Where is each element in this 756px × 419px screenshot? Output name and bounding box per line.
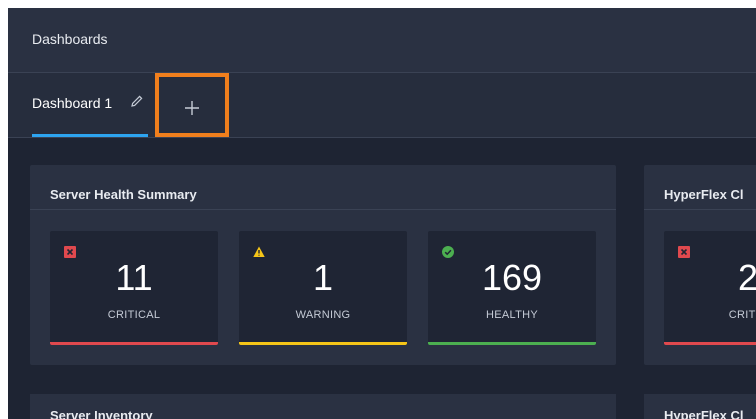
critical-label: CRITIC (728, 309, 756, 321)
active-tab-indicator (32, 134, 148, 137)
dashboards-app: Dashboards Dashboard 1 Server Health Sum… (8, 8, 756, 419)
tab-label: Dashboard 1 (32, 95, 113, 111)
critical-count: 11 (115, 257, 153, 298)
pencil-icon[interactable] (130, 94, 144, 108)
warning-count: 1 (312, 257, 334, 298)
warning-icon (253, 245, 265, 257)
add-dashboard-button[interactable] (155, 73, 229, 137)
critical-tile[interactable]: 11 CRITICAL (50, 231, 218, 345)
warning-bar (239, 342, 407, 345)
warning-tile[interactable]: 1 WARNING (239, 231, 407, 345)
server-inventory-widget: Server Inventory (30, 394, 616, 419)
dashboard-tab-bar: Dashboard 1 (8, 73, 756, 138)
warning-label: WARNING (295, 309, 351, 321)
healthy-tile[interactable]: 169 HEALTHY (428, 231, 596, 345)
healthy-count: 169 (481, 257, 543, 298)
page-title: Dashboards (32, 31, 108, 47)
widget-title: Server Inventory (50, 408, 153, 419)
healthy-bar (428, 342, 596, 345)
widget-divider (644, 209, 756, 210)
critical-icon (64, 245, 76, 258)
critical-bar (664, 342, 756, 345)
widget-divider (30, 209, 616, 210)
header-bar: Dashboards (8, 8, 756, 73)
critical-icon (678, 245, 690, 258)
plus-icon (185, 101, 199, 115)
critical-count: 2 (737, 257, 756, 298)
widget-title: HyperFlex Cl (664, 408, 744, 419)
healthy-icon (442, 245, 454, 258)
widget-title: Server Health Summary (50, 187, 197, 202)
healthy-label: HEALTHY (485, 309, 539, 321)
critical-tile[interactable]: 2 CRITIC (664, 231, 756, 345)
hyperflex-inventory-widget: HyperFlex Cl (644, 394, 756, 419)
widget-title: HyperFlex Cl (664, 187, 744, 202)
tab-dashboard-1[interactable]: Dashboard 1 (8, 73, 148, 137)
hyperflex-health-widget: HyperFlex Cl 2 CRITIC (644, 165, 756, 365)
critical-bar (50, 342, 218, 345)
server-health-summary-widget: Server Health Summary 11 CRITICAL 1 WARN… (30, 165, 616, 365)
critical-label: CRITICAL (107, 309, 161, 321)
